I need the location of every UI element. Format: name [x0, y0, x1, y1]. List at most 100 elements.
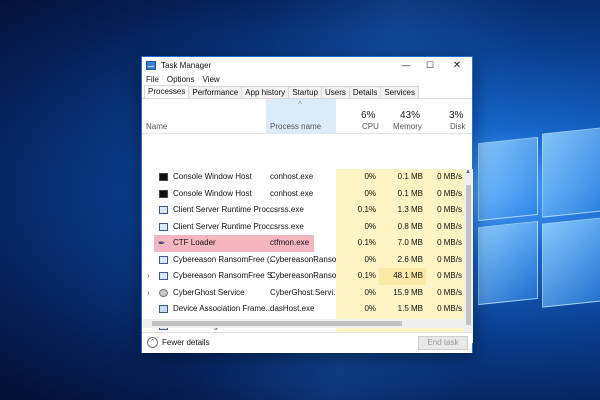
disk-cell: 0 MB/s [426, 251, 464, 268]
table-row[interactable]: › CyberGhost Service CyberGhost.Servi... 0%… [142, 284, 464, 302]
table-row[interactable]: Console Window Host conhost.exe 0% 0.1 MB 0 … [142, 185, 464, 202]
image-name-cell: ctfmon.exe [270, 238, 310, 247]
cpu-cell: 0% [336, 251, 379, 268]
process-name-cell: CTF Loader [173, 238, 216, 247]
cpu-cell: 0.1% [336, 235, 379, 252]
window-icon [159, 255, 168, 264]
horizontal-scroll-thumb[interactable] [152, 321, 402, 326]
cpu-cell: 0.1% [336, 268, 379, 285]
column-memory[interactable]: Memory [393, 122, 422, 131]
image-name-cell: CybereasonRanso... [270, 254, 336, 264]
disk-cell: 0 MB/s [426, 169, 464, 186]
maximize-button[interactable]: ☐ [418, 57, 442, 73]
cpu-total: 6% [361, 110, 376, 121]
memory-cell: 1.5 MB [379, 301, 426, 318]
image-name-cell: dasHost.exe [270, 304, 315, 313]
memory-cell: 0.1 MB [379, 185, 426, 202]
table-row[interactable]: › Cybereason RansomFree S... CybereasonRan… [142, 268, 464, 285]
footer: ⌃ Fewer details End task [142, 332, 472, 353]
window-icon [159, 272, 168, 280]
table-row[interactable]: Client Server Runtime Proc... csrss.exe 0%… [142, 218, 464, 235]
column-cpu[interactable]: CPU [362, 122, 379, 131]
table-row[interactable]: Cybereason RansomFree (... CybereasonRans… [142, 251, 464, 268]
process-name-cell: Client Server Runtime Proc... [173, 221, 273, 231]
image-name-cell: csrss.exe [270, 221, 304, 231]
fewer-details-link[interactable]: Fewer details [162, 338, 210, 347]
memory-cell: 0.1 MB [379, 169, 426, 186]
disk-cell: 0 MB/s [426, 202, 464, 219]
table-row[interactable]: Device Association Frame... dasHost.exe 0%… [142, 301, 464, 318]
minimize-button[interactable]: — [394, 57, 418, 73]
disk-total: 3% [449, 110, 464, 121]
column-process-name[interactable]: Process name [270, 122, 321, 131]
table-row[interactable]: Console Window Host conhost.exe 0% 0.1 MB 0 … [142, 169, 464, 186]
image-name-cell: conhost.exe [270, 188, 314, 198]
tab-startup[interactable]: Startup [288, 86, 322, 98]
expand-chevron-icon[interactable]: › [147, 285, 150, 302]
disk-cell: 0 MB/s [426, 284, 464, 301]
cpu-cell: 0.1% [336, 202, 379, 219]
tab-services[interactable]: Services [380, 86, 420, 98]
memory-total: 43% [400, 110, 421, 121]
task-manager-icon [146, 60, 156, 70]
cpu-cell: 0% [336, 218, 379, 235]
process-name-cell: Console Window Host [173, 172, 252, 181]
expand-chevron-icon[interactable]: › [147, 268, 150, 285]
disk-cell: 0 MB/s [426, 301, 464, 318]
menu-bar: File Options View [142, 73, 472, 86]
menu-view[interactable]: View [202, 75, 219, 84]
close-button[interactable]: ✕ [442, 57, 472, 73]
tab-processes[interactable]: Processes [144, 85, 190, 98]
menu-options[interactable]: Options [167, 75, 195, 84]
image-name-cell: CyberGhost.Servi... [270, 287, 336, 297]
disk-cell: 0 MB/s [426, 185, 464, 202]
tab-details[interactable]: Details [348, 86, 382, 98]
title-bar[interactable]: Task Manager — ☐ ✕ [142, 57, 472, 73]
device-icon [159, 305, 168, 313]
vertical-scrollbar[interactable]: ▲ ▼ [464, 169, 473, 343]
pen-icon: ✒ [158, 238, 166, 248]
memory-cell: 15.9 MB [379, 284, 426, 301]
tab-app-history[interactable]: App history [241, 86, 290, 98]
vertical-scroll-thumb[interactable] [466, 185, 471, 325]
disk-cell: 0 MB/s [426, 235, 464, 252]
column-disk[interactable]: Disk [450, 122, 466, 131]
process-name-cell: Cybereason RansomFree S... [173, 271, 273, 280]
column-name[interactable]: Name [146, 122, 167, 131]
sort-indicator-icon: ^ [298, 100, 302, 109]
console-icon [159, 173, 168, 181]
tab-users[interactable]: Users [320, 86, 350, 98]
horizontal-scrollbar[interactable] [142, 319, 464, 328]
table-row[interactable]: Client Server Runtime Proc... csrss.exe 0.… [142, 202, 464, 219]
process-name-cell: Console Window Host [173, 188, 252, 198]
windows-logo [468, 120, 600, 320]
disk-cell: 0 MB/s [426, 268, 464, 285]
cpu-cell: 0% [336, 284, 379, 301]
window-icon [159, 206, 168, 214]
memory-cell: 0.8 MB [379, 218, 426, 235]
window-title: Task Manager [161, 60, 212, 70]
column-header: ^ Name Process name 6% CPU 43% Memory 3%… [142, 99, 472, 134]
memory-cell: 7.0 MB [379, 235, 426, 252]
console-icon [159, 189, 168, 198]
tab-bar: Processes Performance App history Startu… [142, 85, 472, 99]
table-row[interactable]: ✒ CTF Loader ctfmon.exe 0.1% 7.0 MB 0 MB/s [142, 235, 464, 252]
gear-icon [159, 288, 168, 297]
disk-cell: 0 MB/s [426, 218, 464, 235]
process-name-cell: Cybereason RansomFree (... [173, 254, 273, 264]
cpu-cell: 0% [336, 301, 379, 318]
cpu-cell: 0% [336, 185, 379, 202]
process-name-cell: Device Association Frame... [173, 304, 273, 313]
memory-cell: 1.3 MB [379, 202, 426, 219]
task-manager-window: Task Manager — ☐ ✕ File Options View Pro… [141, 56, 473, 353]
end-task-button[interactable]: End task [418, 336, 468, 350]
scroll-up-icon[interactable]: ▲ [465, 169, 471, 175]
window-icon [159, 222, 168, 231]
menu-file[interactable]: File [146, 75, 159, 84]
process-name-cell: CyberGhost Service [173, 287, 245, 297]
chevron-up-icon[interactable]: ⌃ [147, 337, 158, 348]
process-name-cell: Client Server Runtime Proc... [173, 205, 273, 214]
cpu-cell: 0% [336, 169, 379, 186]
memory-cell: 2.6 MB [379, 251, 426, 268]
tab-performance[interactable]: Performance [188, 86, 243, 98]
